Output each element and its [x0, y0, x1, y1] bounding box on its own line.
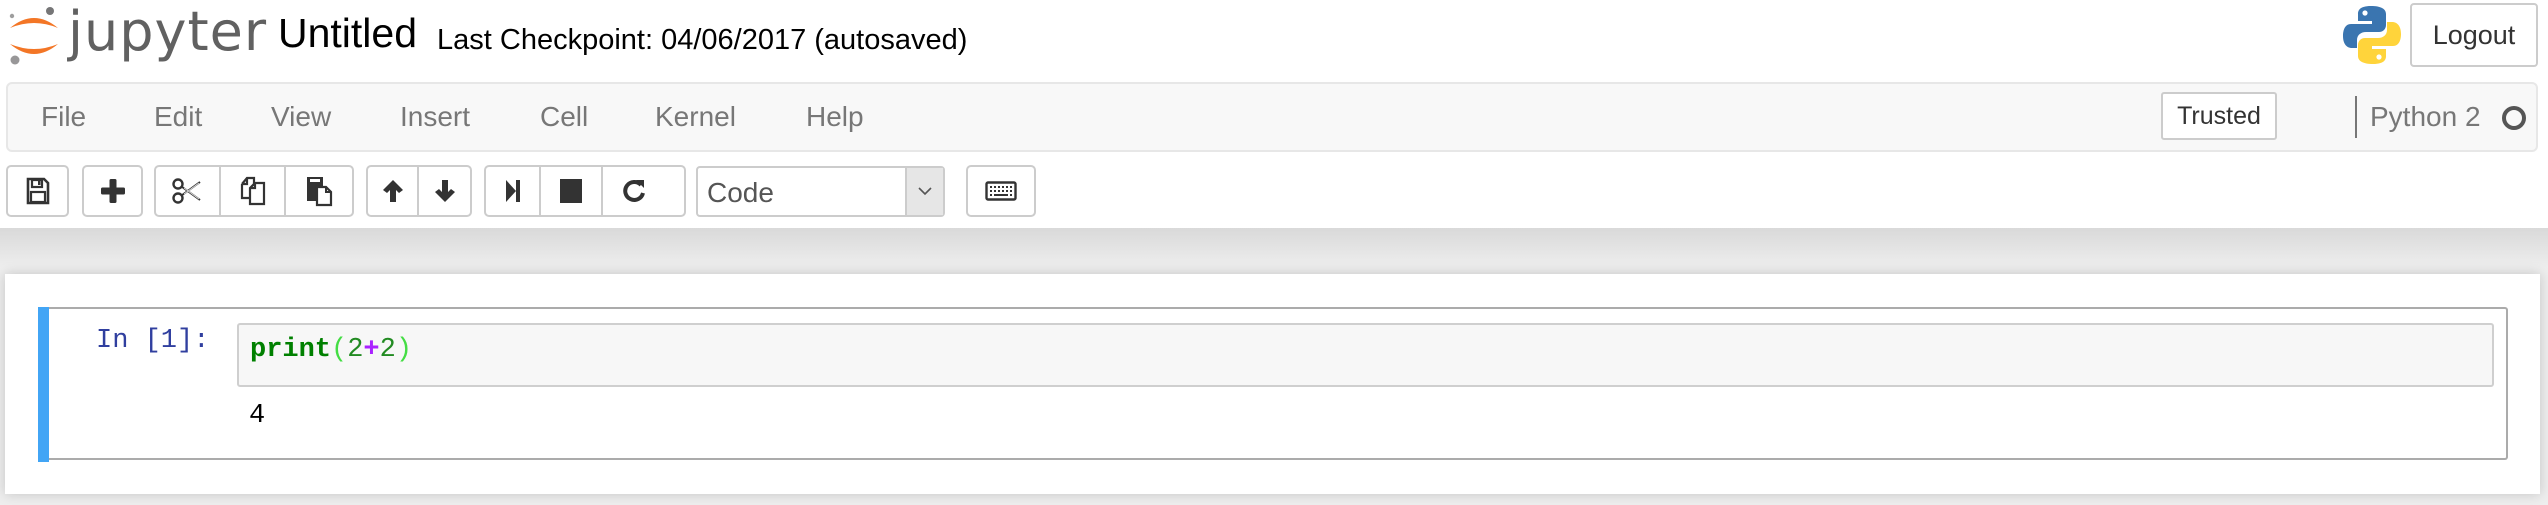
menubar: File Edit View Insert Cell Kernel Help T… [6, 82, 2538, 152]
edit-button-group [154, 165, 354, 217]
code-input-area[interactable]: print(2+2) [237, 323, 2494, 387]
jupyter-logo[interactable]: jupyter [4, 0, 266, 66]
menu-edit[interactable]: Edit [154, 84, 202, 150]
code-token-paren-open: ( [331, 335, 348, 365]
header-shadow [0, 228, 2548, 268]
logout-button[interactable]: Logout [2410, 3, 2538, 67]
menu-insert[interactable]: Insert [400, 84, 470, 150]
move-cell-down-button[interactable] [419, 167, 470, 215]
run-cell-button[interactable] [486, 167, 541, 215]
logo-text: jupyter [68, 0, 268, 63]
stop-icon [560, 179, 582, 203]
kernel-divider [2355, 96, 2357, 138]
cut-button[interactable] [156, 167, 221, 215]
command-palette-button[interactable] [966, 165, 1036, 217]
kernel-name: Python 2 [2370, 101, 2481, 132]
move-button-group [366, 165, 472, 217]
keyboard-icon [985, 181, 1017, 201]
paste-icon [307, 177, 333, 207]
kernel-idle-indicator-icon [2502, 106, 2526, 130]
code-token-paren-close: ) [395, 335, 413, 365]
menu-help[interactable]: Help [806, 84, 864, 150]
python-logo-icon [2341, 4, 2403, 66]
arrow-down-icon [434, 180, 455, 202]
menu-cell[interactable]: Cell [540, 84, 588, 150]
code-token-operator: + [363, 335, 380, 365]
restart-icon [622, 179, 645, 202]
jupyter-logo-icon [9, 7, 58, 65]
code-cell[interactable]: In [1]: print(2+2) 4 [38, 307, 2508, 462]
checkpoint-status: Last Checkpoint: 04/06/2017 (autosaved) [437, 24, 968, 56]
input-prompt: In [1]: [96, 326, 210, 356]
code-token-builtin: print [250, 335, 332, 365]
code-token-number: 2 [379, 335, 396, 365]
cell-type-select[interactable]: Code [696, 166, 945, 217]
notebook-container: In [1]: print(2+2) 4 [5, 274, 2540, 494]
restart-kernel-button[interactable] [603, 167, 664, 215]
cut-icon [172, 178, 201, 204]
notebook-site[interactable]: In [1]: print(2+2) 4 [0, 228, 2548, 505]
trusted-notebook-button[interactable]: Trusted [2161, 92, 2277, 140]
move-cell-up-button[interactable] [368, 167, 420, 215]
insert-cell-below-button[interactable] [82, 165, 143, 217]
header: jupyter Untitled Last Checkpoint: 04/06/… [0, 0, 2548, 228]
plus-icon [100, 179, 125, 203]
save-button[interactable] [6, 165, 69, 217]
copy-button[interactable] [221, 167, 287, 215]
run-button-group [484, 165, 686, 217]
notebook-title[interactable]: Untitled [278, 10, 417, 57]
cell-selected-bar [38, 307, 49, 462]
step-forward-icon [505, 180, 520, 202]
cell-type-value: Code [707, 177, 774, 208]
save-icon [26, 177, 49, 205]
paste-button[interactable] [286, 167, 352, 215]
cell-output: 4 [249, 401, 266, 431]
code-line: print(2+2) [250, 335, 412, 365]
arrow-up-icon [382, 180, 403, 202]
code-token-number: 2 [347, 335, 364, 365]
interrupt-kernel-button[interactable] [541, 167, 603, 215]
chevron-down-icon [905, 168, 943, 215]
copy-icon [240, 176, 265, 206]
menu-view[interactable]: View [271, 84, 331, 150]
menu-kernel[interactable]: Kernel [655, 84, 736, 150]
menu-file[interactable]: File [41, 84, 86, 150]
